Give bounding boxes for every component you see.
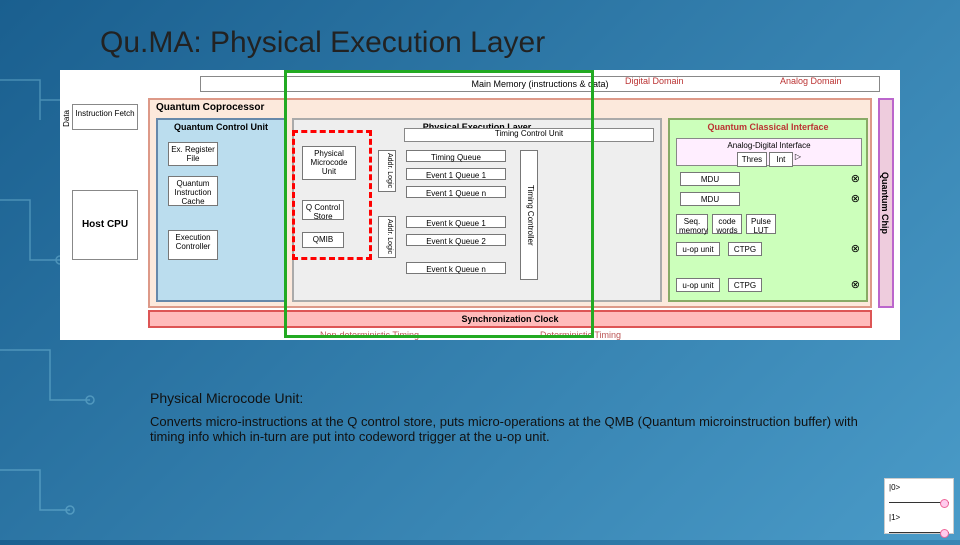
int-box: Int xyxy=(769,152,793,167)
caption-block: Physical Microcode Unit: Converts micro-… xyxy=(150,390,880,444)
caption-body: Converts micro-instructions at the Q con… xyxy=(150,414,880,444)
uop-unit-2: u-op unit xyxy=(676,278,720,292)
architecture-diagram: Data Instruction Fetch Host CPU Main Mem… xyxy=(60,70,900,340)
adc-icon: ▷ xyxy=(795,152,801,167)
qcu-label: Quantum Control Unit xyxy=(158,120,284,134)
mdu-2: MDU xyxy=(680,192,740,206)
mixer-icon: ⊗ xyxy=(851,242,860,255)
ex-register-file: Ex. Register File xyxy=(168,142,218,166)
digital-domain-label: Digital Domain xyxy=(625,76,684,86)
execution-controller: Execution Controller xyxy=(168,230,218,260)
mixer-icon: ⊗ xyxy=(851,172,860,185)
code-words: code words xyxy=(712,214,742,234)
page-title: Qu.MA: Physical Execution Layer xyxy=(100,26,545,60)
coprocessor-label: Quantum Coprocessor xyxy=(156,102,264,113)
mdu-1: MDU xyxy=(680,172,740,186)
thres-box: Thres xyxy=(737,152,767,167)
quantum-chip: Quantum Chip xyxy=(878,98,894,308)
quantum-classical-interface: Quantum Classical Interface Analog-Digit… xyxy=(668,118,868,302)
quantum-control-unit: Quantum Control Unit Ex. Register File Q… xyxy=(156,118,286,302)
caption-heading: Physical Microcode Unit: xyxy=(150,390,880,406)
ctpg-2: CTPG xyxy=(728,278,762,292)
ket-0-label: |0> xyxy=(889,483,900,492)
analog-domain-label: Analog Domain xyxy=(780,76,842,86)
adi-label: Analog-Digital Interface xyxy=(727,141,810,150)
host-cpu-box: Host CPU xyxy=(72,190,138,260)
quantum-circuit-icon: |0> |1> xyxy=(884,478,954,534)
mixer-icon: ⊗ xyxy=(851,192,860,205)
pulse-lut: Pulse LUT xyxy=(746,214,776,234)
data-label: Data xyxy=(62,110,71,127)
instruction-fetch-box: Instruction Fetch xyxy=(72,104,138,130)
uop-unit-1: u-op unit xyxy=(676,242,720,256)
qci-label: Quantum Classical Interface xyxy=(670,120,866,134)
ket-1-label: |1> xyxy=(889,513,900,522)
seq-memory: Seq. memory xyxy=(676,214,708,234)
quantum-instruction-cache: Quantum Instruction Cache xyxy=(168,176,218,206)
ctpg-1: CTPG xyxy=(728,242,762,256)
mixer-icon: ⊗ xyxy=(851,278,860,291)
analog-digital-interface: Analog-Digital Interface Thres Int ▷ xyxy=(676,138,862,166)
pel-highlight xyxy=(284,70,594,338)
